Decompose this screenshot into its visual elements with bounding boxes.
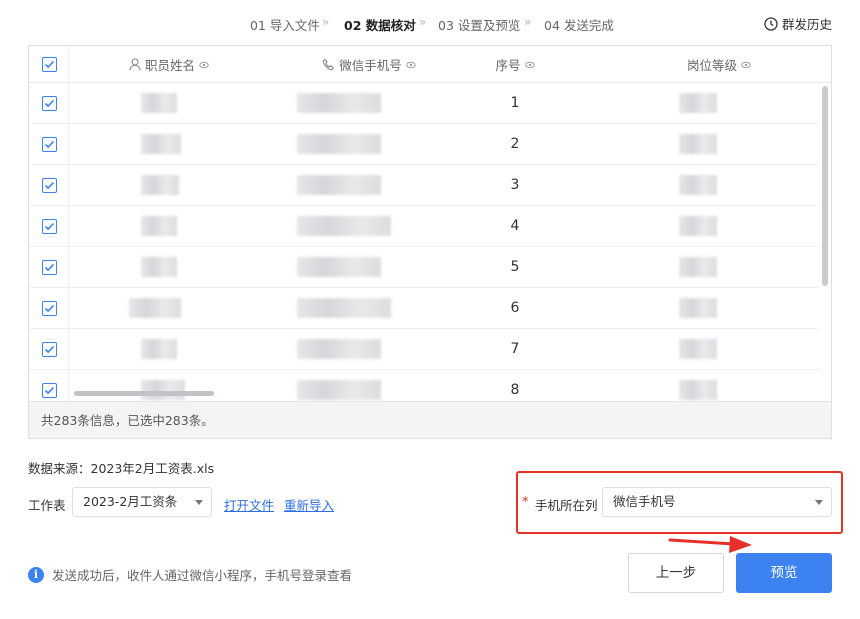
row-checkbox[interactable] bbox=[42, 383, 57, 398]
info-hint: i 发送成功后，收件人通过微信小程序，手机号登录查看 bbox=[28, 565, 352, 584]
column-label: 岗位等级 bbox=[686, 58, 737, 73]
column-header-phone: 微信手机号 bbox=[269, 46, 469, 83]
phone-column-label: 手机所在列 bbox=[535, 498, 598, 513]
seq-cell: 5 bbox=[510, 259, 520, 275]
caret-down-icon bbox=[815, 500, 823, 505]
redacted-name bbox=[141, 134, 181, 154]
step-separator: » bbox=[322, 15, 330, 29]
redacted-phone bbox=[297, 175, 381, 195]
table-row: 4 bbox=[29, 206, 819, 247]
step-2: 02 数据核对 bbox=[344, 18, 416, 33]
redacted-name bbox=[141, 93, 177, 113]
table-row: 2 bbox=[29, 124, 819, 165]
worksheet-label: 工作表 bbox=[28, 498, 66, 513]
seq-cell: 7 bbox=[510, 341, 520, 357]
redacted-name bbox=[141, 257, 177, 277]
column-header-level: 岗位等级 bbox=[629, 46, 809, 83]
info-icon: i bbox=[28, 566, 44, 583]
phone-column-value: 微信手机号 bbox=[613, 494, 676, 509]
eye-icon[interactable] bbox=[741, 60, 751, 70]
row-checkbox[interactable] bbox=[42, 178, 57, 193]
clock-icon bbox=[764, 16, 778, 31]
redacted-phone bbox=[297, 298, 391, 318]
redacted-level bbox=[679, 257, 717, 277]
redacted-name bbox=[141, 216, 177, 236]
open-file-link[interactable]: 打开文件 bbox=[224, 495, 274, 514]
step-separator: » bbox=[419, 15, 427, 29]
history-button[interactable]: 群发历史 bbox=[764, 14, 832, 33]
row-checkbox[interactable] bbox=[42, 137, 57, 152]
user-icon bbox=[129, 58, 141, 71]
table-row: 5 bbox=[29, 247, 819, 288]
column-label: 微信手机号 bbox=[339, 58, 402, 73]
row-checkbox[interactable] bbox=[42, 219, 57, 234]
phone-icon bbox=[322, 58, 335, 71]
seq-cell: 2 bbox=[510, 136, 520, 152]
redacted-level bbox=[679, 380, 717, 400]
table-header: 职员姓名 微信手机号 序号 岗位等级 bbox=[29, 46, 831, 83]
redacted-name bbox=[129, 298, 181, 318]
step-1: 01 导入文件 bbox=[250, 18, 320, 33]
table-row: 1 bbox=[29, 83, 819, 124]
caret-down-icon bbox=[195, 500, 203, 505]
vertical-scrollbar[interactable] bbox=[822, 86, 828, 286]
worksheet-select[interactable]: 2023-2月工资条 bbox=[72, 487, 212, 517]
select-all-cell bbox=[29, 46, 69, 83]
data-table: 职员姓名 微信手机号 序号 岗位等级 1 2 3 4 5 6 7 8 共283条… bbox=[28, 45, 832, 439]
table-row: 8 bbox=[29, 370, 819, 401]
required-mark: * bbox=[522, 495, 529, 510]
reimport-link[interactable]: 重新导入 bbox=[284, 495, 334, 514]
step-indicator: 01 导入文件 » 02 数据核对 » 03 设置及预览 » 04 发送完成 群… bbox=[0, 8, 860, 36]
redacted-name bbox=[141, 175, 179, 195]
table-row: 3 bbox=[29, 165, 819, 206]
redacted-name bbox=[141, 339, 177, 359]
seq-cell: 1 bbox=[510, 95, 520, 111]
table-body: 1 2 3 4 5 6 7 8 bbox=[29, 83, 819, 401]
column-header-seq: 序号 bbox=[465, 46, 565, 83]
redacted-phone bbox=[297, 339, 381, 359]
seq-cell: 6 bbox=[510, 300, 520, 316]
data-source-text: 数据来源：2023年2月工资表.xls bbox=[28, 461, 215, 476]
step-3: 03 设置及预览 bbox=[438, 18, 521, 33]
eye-icon[interactable] bbox=[524, 60, 535, 70]
seq-cell: 4 bbox=[510, 218, 520, 234]
redacted-level bbox=[679, 134, 717, 154]
preview-button[interactable]: 预览 bbox=[736, 553, 832, 593]
horizontal-scrollbar[interactable] bbox=[74, 391, 214, 396]
redacted-phone bbox=[297, 257, 381, 277]
row-checkbox[interactable] bbox=[42, 96, 57, 111]
phone-column-select[interactable]: 微信手机号 bbox=[602, 487, 832, 517]
row-checkbox[interactable] bbox=[42, 301, 57, 316]
column-label: 职员姓名 bbox=[144, 58, 195, 73]
redacted-phone bbox=[297, 380, 381, 400]
info-text: 发送成功后，收件人通过微信小程序，手机号登录查看 bbox=[52, 568, 353, 583]
table-row: 7 bbox=[29, 329, 819, 370]
redacted-phone bbox=[297, 216, 391, 236]
redacted-phone bbox=[297, 134, 381, 154]
column-label: 序号 bbox=[495, 58, 521, 73]
row-checkbox[interactable] bbox=[42, 260, 57, 275]
table-footer: 共283条信息，已选中283条。 bbox=[29, 401, 831, 438]
redacted-name bbox=[141, 380, 185, 400]
seq-cell: 3 bbox=[510, 177, 520, 193]
eye-icon[interactable] bbox=[406, 60, 416, 70]
seq-cell: 8 bbox=[510, 382, 520, 398]
select-all-checkbox[interactable] bbox=[42, 57, 57, 72]
column-header-name: 职员姓名 bbox=[69, 46, 269, 83]
redacted-phone bbox=[297, 93, 381, 113]
previous-step-button[interactable]: 上一步 bbox=[628, 553, 724, 593]
worksheet-value: 2023-2月工资条 bbox=[83, 494, 178, 509]
eye-icon[interactable] bbox=[199, 60, 209, 70]
redacted-level bbox=[679, 175, 717, 195]
redacted-level bbox=[679, 216, 717, 236]
redacted-level bbox=[679, 298, 717, 318]
redacted-level bbox=[679, 339, 717, 359]
step-4: 04 发送完成 bbox=[544, 18, 614, 33]
row-checkbox[interactable] bbox=[42, 342, 57, 357]
step-separator: » bbox=[524, 15, 532, 29]
history-label: 群发历史 bbox=[781, 17, 832, 32]
table-row: 6 bbox=[29, 288, 819, 329]
redacted-level bbox=[679, 93, 717, 113]
